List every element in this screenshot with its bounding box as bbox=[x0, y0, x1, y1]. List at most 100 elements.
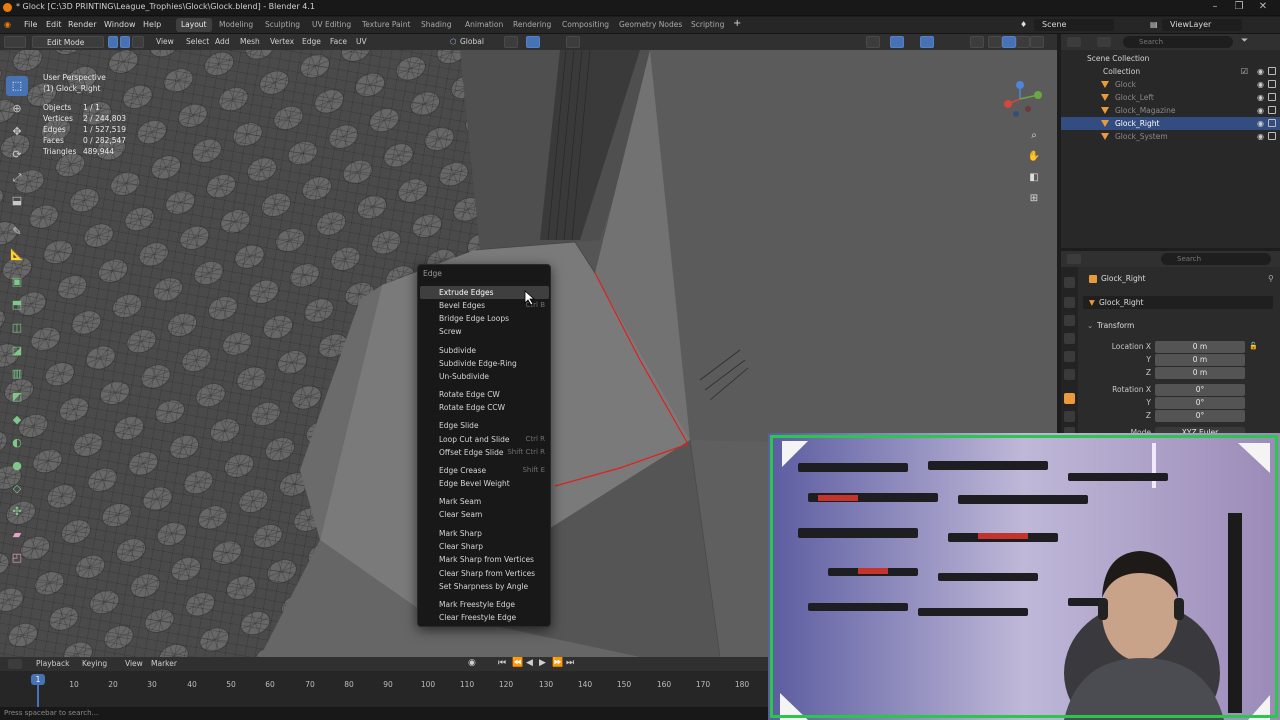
scene-tab-icon[interactable] bbox=[1064, 351, 1075, 362]
object-tab-icon[interactable] bbox=[1064, 393, 1075, 404]
outliner-row-glock-system[interactable]: Glock_System ◉ bbox=[1061, 130, 1280, 143]
eye-icon[interactable]: ◉ bbox=[1257, 132, 1264, 141]
playhead[interactable] bbox=[37, 685, 39, 707]
camera-icon[interactable] bbox=[1268, 106, 1276, 114]
menu-item-clear-sharp[interactable]: Clear Sharp bbox=[420, 540, 549, 553]
scale-tool-icon[interactable]: ⤢ bbox=[6, 168, 28, 188]
vertex-select-button[interactable] bbox=[108, 36, 118, 48]
world-tab-icon[interactable] bbox=[1064, 369, 1075, 380]
menu-item-subdivide-edge-ring[interactable]: Subdivide Edge-Ring bbox=[420, 357, 549, 370]
menu-edge[interactable]: Edge bbox=[302, 37, 321, 46]
annotate-tool-icon[interactable]: ✎ bbox=[6, 222, 28, 242]
jump-end-icon[interactable]: ⏭ bbox=[566, 658, 574, 668]
play-reverse-icon[interactable]: ◀ bbox=[526, 658, 533, 668]
rotation-z-field[interactable]: 0° bbox=[1155, 410, 1245, 422]
menu-item-un-subdivide[interactable]: Un-Subdivide bbox=[420, 370, 549, 383]
display-mode-button[interactable] bbox=[1097, 37, 1111, 47]
menu-keying[interactable]: Keying bbox=[82, 659, 107, 668]
object-name-field[interactable]: ▼ Glock_Right bbox=[1083, 296, 1273, 309]
menu-item-mark-seam[interactable]: Mark Seam bbox=[420, 495, 549, 508]
spin-tool-icon[interactable]: ◐ bbox=[6, 433, 28, 453]
navigation-gizmo[interactable] bbox=[998, 77, 1048, 127]
tab-scripting[interactable]: Scripting bbox=[686, 18, 729, 32]
menu-item-edge-crease[interactable]: Edge Crease Shift E bbox=[420, 464, 549, 477]
eye-icon[interactable]: ◉ bbox=[1257, 80, 1264, 89]
render-tab-icon[interactable] bbox=[1064, 297, 1075, 308]
face-select-button[interactable] bbox=[132, 36, 144, 48]
menu-item-clear-sharp-from-vertices[interactable]: Clear Sharp from Vertices bbox=[420, 567, 549, 580]
menu-item-subdivide[interactable]: Subdivide bbox=[420, 344, 549, 357]
bevel-tool-icon[interactable]: ◪ bbox=[6, 341, 28, 361]
tab-layout[interactable]: Layout bbox=[176, 18, 212, 32]
add-cube-tool-icon[interactable]: ▣ bbox=[6, 272, 28, 292]
overlay-toggle-button[interactable] bbox=[920, 36, 934, 48]
knife-tool-icon[interactable]: ◩ bbox=[6, 387, 28, 407]
output-tab-icon[interactable] bbox=[1064, 315, 1075, 326]
transform-tool-icon[interactable]: ⬓ bbox=[6, 191, 28, 211]
loop-cut-tool-icon[interactable]: ▥ bbox=[6, 364, 28, 384]
menu-select[interactable]: Select bbox=[186, 37, 209, 46]
menu-file[interactable]: File bbox=[24, 20, 37, 29]
editor-type-button[interactable] bbox=[4, 36, 26, 48]
shading-material-button[interactable] bbox=[1016, 36, 1030, 48]
tab-rendering[interactable]: Rendering bbox=[508, 18, 556, 32]
extrude-tool-icon[interactable]: ⬒ bbox=[6, 295, 28, 315]
menu-window[interactable]: Window bbox=[104, 20, 136, 29]
menu-item-bridge-edge-loops[interactable]: Bridge Edge Loops bbox=[420, 312, 549, 325]
properties-editor-type-button[interactable] bbox=[1067, 254, 1081, 264]
shrink-fatten-tool-icon[interactable]: ✣ bbox=[6, 502, 28, 522]
poly-build-tool-icon[interactable]: ◆ bbox=[6, 410, 28, 430]
record-icon[interactable]: ◉ bbox=[468, 658, 476, 668]
proportional-edit-button[interactable] bbox=[566, 36, 580, 48]
jump-start-icon[interactable]: ⏮ bbox=[498, 658, 506, 668]
inset-tool-icon[interactable]: ◫ bbox=[6, 318, 28, 338]
lock-icon[interactable]: 🔓 bbox=[1249, 342, 1258, 350]
edge-select-button[interactable] bbox=[120, 36, 130, 48]
camera-icon[interactable] bbox=[1268, 67, 1276, 75]
location-x-field[interactable]: 0 m bbox=[1155, 341, 1245, 353]
view-layer-tab-icon[interactable] bbox=[1064, 333, 1075, 344]
menu-playback[interactable]: Playback bbox=[36, 659, 69, 668]
tab-uv-editing[interactable]: UV Editing bbox=[307, 18, 356, 32]
current-frame-indicator[interactable]: 1 bbox=[31, 674, 45, 685]
camera-view-icon[interactable]: ◧ bbox=[1026, 170, 1042, 186]
edge-slide-tool-icon[interactable]: ◇ bbox=[6, 479, 28, 499]
view-layer-selector[interactable]: ViewLayer bbox=[1162, 19, 1242, 31]
cursor-tool-icon[interactable]: ⊕ bbox=[6, 99, 28, 119]
timeline-panel[interactable]: 1 10 20 30 40 50 60 70 80 90 100 110 120… bbox=[0, 671, 770, 707]
location-y-field[interactable]: 0 m bbox=[1155, 354, 1245, 366]
tab-geometry-nodes[interactable]: Geometry Nodes bbox=[614, 18, 687, 32]
tab-sculpting[interactable]: Sculpting bbox=[260, 18, 305, 32]
outliner-row-glock-right[interactable]: Glock_Right ◉ bbox=[1061, 117, 1280, 130]
close-button[interactable]: ✕ bbox=[1256, 1, 1270, 12]
smooth-tool-icon[interactable]: ● bbox=[6, 456, 28, 476]
ortho-grid-icon[interactable]: ⊞ bbox=[1026, 191, 1042, 207]
transform-orientation[interactable]: Global bbox=[460, 37, 484, 46]
tab-animation[interactable]: Animation bbox=[460, 18, 508, 32]
camera-icon[interactable] bbox=[1268, 132, 1276, 140]
minimize-button[interactable]: – bbox=[1208, 1, 1222, 12]
scene-selector[interactable]: Scene bbox=[1034, 19, 1114, 31]
add-workspace-button[interactable]: + bbox=[733, 18, 741, 29]
rotate-tool-icon[interactable]: ⟳ bbox=[6, 145, 28, 165]
menu-item-clear-freestyle-edge[interactable]: Clear Freestyle Edge bbox=[420, 611, 549, 624]
xray-toggle-button[interactable] bbox=[970, 36, 984, 48]
move-tool-icon[interactable]: ✥ bbox=[6, 122, 28, 142]
outliner-search-input[interactable]: Search bbox=[1123, 36, 1233, 48]
menu-item-loop-cut-and-slide[interactable]: Loop Cut and Slide Ctrl R bbox=[420, 433, 549, 446]
eye-icon[interactable]: ◉ bbox=[1257, 106, 1264, 115]
eye-icon[interactable]: ◉ bbox=[1257, 119, 1264, 128]
tool-tab-icon[interactable] bbox=[1064, 277, 1075, 288]
visibility-button[interactable] bbox=[866, 36, 880, 48]
pin-icon[interactable]: ⚲ bbox=[1268, 274, 1274, 283]
panel-collapse-icon[interactable]: ⌄ bbox=[1087, 321, 1093, 330]
menu-uv[interactable]: UV bbox=[356, 37, 367, 46]
tab-modeling[interactable]: Modeling bbox=[214, 18, 258, 32]
rotation-y-field[interactable]: 0° bbox=[1155, 397, 1245, 409]
eye-icon[interactable]: ◉ bbox=[1257, 67, 1264, 76]
outliner-row-scene-collection[interactable]: Scene Collection bbox=[1061, 52, 1280, 65]
outliner-editor-type-button[interactable] bbox=[1067, 37, 1081, 47]
outliner-row-glock-magazine[interactable]: Glock_Magazine ◉ bbox=[1061, 104, 1280, 117]
shading-wireframe-button[interactable] bbox=[988, 36, 1002, 48]
menu-add[interactable]: Add bbox=[215, 37, 230, 46]
